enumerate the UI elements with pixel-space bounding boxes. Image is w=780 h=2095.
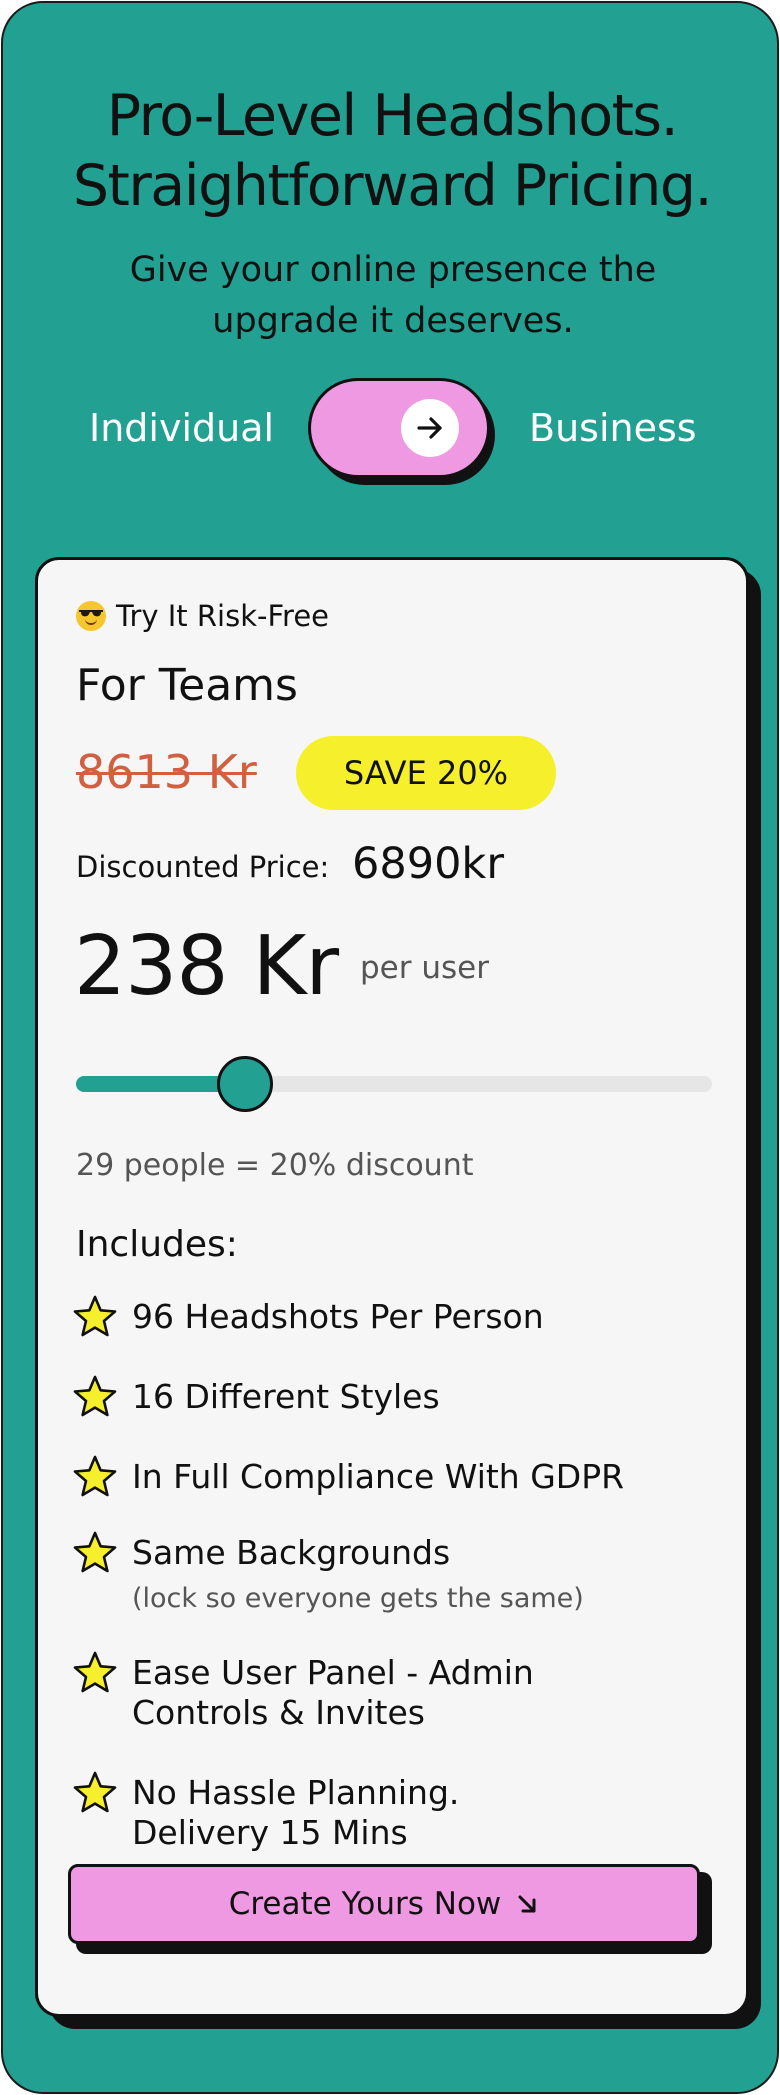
star-icon — [73, 1375, 117, 1417]
toggle-knob[interactable] — [401, 399, 459, 457]
arrow-down-right-icon — [518, 1895, 536, 1913]
discount-summary: 29 people = 20% discount — [76, 1148, 474, 1183]
feature-item: Ease User Panel - Admin Controls & Invit… — [72, 1650, 534, 1733]
feature-item: 16 Different Styles — [72, 1374, 440, 1420]
feature-subtext: (lock so everyone gets the same) — [132, 1583, 584, 1614]
slider-thumb[interactable] — [217, 1056, 273, 1112]
risk-free-tag: Try It Risk-Free — [76, 596, 329, 636]
subtitle-line-1: Give your online presence the — [129, 250, 657, 290]
pricing-card: Try It Risk-Free For Teams 8613 Kr SAVE … — [35, 557, 749, 2017]
plan-toggle-switch[interactable] — [308, 378, 490, 478]
plan-toggle-row: Individual Business — [3, 375, 777, 487]
feature-text: 96 Headshots Per Person — [132, 1297, 544, 1336]
per-user-price: 238 Kr — [74, 919, 339, 1014]
save-badge: SAVE 20% — [296, 736, 556, 810]
feature-line-1: No Hassle Planning. — [132, 1773, 460, 1812]
original-price: 8613 Kr — [76, 745, 257, 799]
star-icon — [73, 1531, 117, 1573]
star-icon — [73, 1295, 117, 1337]
feature-text: 16 Different Styles — [132, 1377, 440, 1416]
plan-title: For Teams — [76, 660, 298, 711]
subtitle-line-2: upgrade it deserves. — [212, 301, 574, 341]
page-subtitle: Give your online presence the upgrade it… — [73, 245, 713, 347]
discounted-price-value: 6890kr — [352, 839, 505, 889]
feature-text: In Full Compliance With GDPR — [132, 1457, 625, 1496]
feature-text: Ease User Panel - Admin Controls & Invit… — [132, 1650, 534, 1733]
star-icon — [73, 1455, 117, 1497]
page-title: Pro-Level Headshots. Straightforward Pri… — [3, 81, 777, 221]
feature-item: 96 Headshots Per Person — [72, 1294, 544, 1340]
feature-line-1: Ease User Panel - Admin — [132, 1653, 534, 1692]
create-yours-now-button[interactable]: Create Yours Now — [68, 1864, 700, 1944]
feature-line-2: Controls & Invites — [132, 1693, 425, 1732]
feature-item: No Hassle Planning. Delivery 15 Mins — [72, 1770, 459, 1853]
includes-heading: Includes: — [76, 1224, 238, 1265]
feature-line-2: Delivery 15 Mins — [132, 1813, 408, 1852]
title-line-1: Pro-Level Headshots. — [106, 83, 679, 149]
arrow-right-icon — [417, 417, 442, 439]
discounted-price-label: Discounted Price: — [76, 850, 330, 884]
risk-free-label: Try It Risk-Free — [116, 599, 330, 633]
per-user-label: per user — [360, 950, 489, 986]
star-icon — [73, 1771, 117, 1813]
toggle-label-individual[interactable]: Individual — [89, 403, 274, 453]
feature-text: Same Backgrounds — [132, 1533, 451, 1572]
sunglasses-emoji-icon — [76, 601, 106, 631]
team-size-slider[interactable] — [76, 1056, 712, 1112]
feature-item: Same Backgrounds (lock so everyone gets … — [72, 1530, 584, 1619]
feature-text: No Hassle Planning. Delivery 15 Mins — [132, 1770, 459, 1853]
feature-item: In Full Compliance With GDPR — [72, 1454, 624, 1500]
toggle-label-business[interactable]: Business — [529, 403, 697, 453]
title-line-2: Straightforward Pricing. — [72, 153, 713, 219]
cta-label: Create Yours Now — [228, 1886, 502, 1922]
pricing-panel: Pro-Level Headshots. Straightforward Pri… — [1, 1, 779, 2094]
star-icon — [73, 1651, 117, 1693]
